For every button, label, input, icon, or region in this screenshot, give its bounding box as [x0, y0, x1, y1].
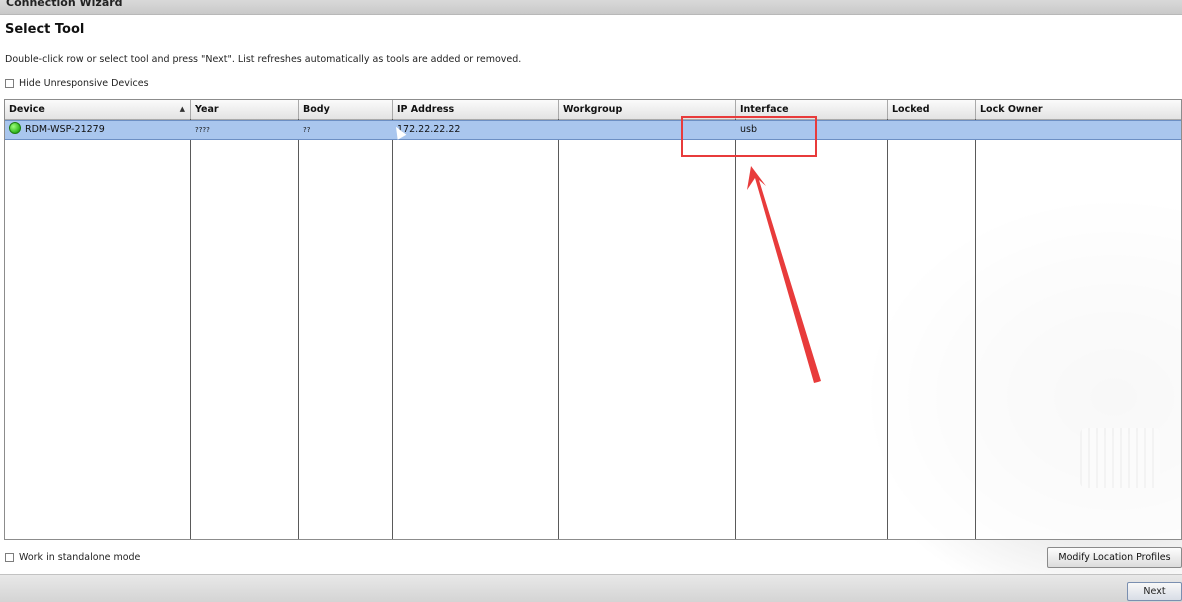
cell-lock-owner — [976, 121, 1181, 139]
window-title: Connection Wizard — [6, 0, 123, 9]
modify-location-profiles-button[interactable]: Modify Location Profiles — [1047, 547, 1182, 568]
column-header-body[interactable]: Body — [299, 100, 393, 119]
cell-device: RDM-WSP-21279 — [5, 121, 191, 139]
hide-unresponsive-checkbox[interactable]: Hide Unresponsive Devices — [5, 78, 149, 89]
window-title-bar: Connection Wizard — [0, 0, 1182, 15]
column-divider — [558, 119, 559, 539]
column-divider — [392, 119, 393, 539]
column-divider — [298, 119, 299, 539]
column-header-device[interactable]: Device ▲ — [5, 100, 191, 119]
annotation-arrow-icon — [747, 166, 821, 383]
next-button[interactable]: Next — [1127, 582, 1182, 601]
standalone-mode-label: Work in standalone mode — [19, 552, 141, 563]
bottom-button-bar — [0, 574, 1182, 602]
cell-ip-address: 172.22.22.22 — [397, 124, 461, 135]
table-header: Device ▲ Year Body IP Address Workgroup … — [5, 100, 1181, 120]
instructions-text: Double-click row or select tool and pres… — [5, 54, 522, 65]
column-divider — [887, 119, 888, 539]
column-header-ip-address[interactable]: IP Address — [393, 100, 559, 119]
checkbox-box[interactable] — [5, 79, 14, 88]
cell-body: ?? — [303, 126, 311, 134]
status-online-icon — [9, 122, 21, 134]
column-header-lock-owner[interactable]: Lock Owner — [976, 100, 1181, 119]
standalone-mode-checkbox[interactable]: Work in standalone mode — [5, 552, 140, 563]
hide-unresponsive-label: Hide Unresponsive Devices — [19, 78, 149, 89]
page-title: Select Tool — [5, 22, 85, 37]
cell-locked — [888, 121, 976, 139]
sort-ascending-icon: ▲ — [179, 105, 185, 113]
checkbox-box[interactable] — [5, 553, 14, 562]
annotation-highlight-box — [681, 116, 817, 157]
column-divider — [975, 119, 976, 539]
device-table: Device ▲ Year Body IP Address Workgroup … — [4, 99, 1182, 540]
column-header-year[interactable]: Year — [191, 100, 299, 119]
cell-year: ???? — [195, 126, 210, 134]
column-divider — [190, 119, 191, 539]
column-header-locked[interactable]: Locked — [888, 100, 976, 119]
table-row[interactable]: RDM-WSP-21279 ???? ?? 172.22.22.22 usb — [5, 120, 1181, 140]
